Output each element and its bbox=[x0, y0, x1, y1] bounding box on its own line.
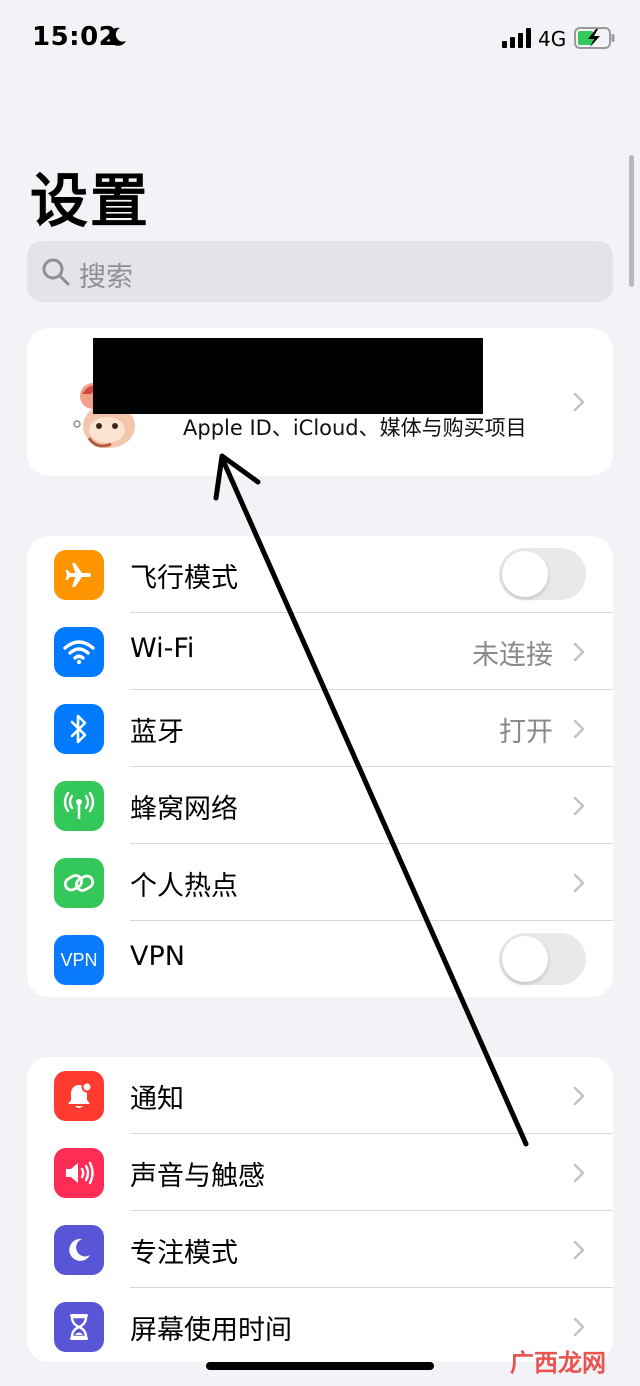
row-bluetooth[interactable]: 蓝牙 打开 bbox=[27, 690, 613, 767]
row-label: 声音与触感 bbox=[130, 1161, 265, 1192]
chevron-right-icon bbox=[573, 796, 585, 816]
row-notifications[interactable]: 通知 bbox=[27, 1057, 613, 1134]
apple-id-profile-card[interactable]: Apple ID、iCloud、媒体与购买项目 bbox=[27, 328, 613, 476]
row-vpn[interactable]: VPN VPN bbox=[27, 921, 613, 997]
status-time: 15:02 bbox=[32, 22, 118, 52]
row-wifi[interactable]: Wi-Fi 未连接 bbox=[27, 613, 613, 690]
row-label: 蓝牙 bbox=[130, 717, 184, 748]
row-label: 个人热点 bbox=[130, 871, 238, 902]
row-label: 通知 bbox=[130, 1084, 184, 1115]
home-indicator[interactable] bbox=[206, 1362, 434, 1370]
bluetooth-icon bbox=[54, 704, 104, 754]
search-field[interactable]: 搜索 bbox=[27, 241, 613, 302]
row-label: 屏幕使用时间 bbox=[130, 1315, 292, 1346]
airplane-mode-toggle[interactable] bbox=[499, 548, 586, 600]
focus-moon-icon bbox=[54, 1225, 104, 1275]
row-label: Wi-Fi bbox=[130, 633, 195, 664]
row-cellular[interactable]: 蜂窝网络 bbox=[27, 767, 613, 844]
network-type: 4G bbox=[538, 27, 567, 51]
hotspot-icon bbox=[54, 858, 104, 908]
vpn-toggle[interactable] bbox=[499, 933, 586, 985]
row-label: 专注模式 bbox=[130, 1238, 238, 1269]
watermark-logo: 广西龙网 bbox=[510, 1349, 606, 1377]
connectivity-settings-group: 飞行模式 Wi-Fi 未连接 蓝牙 打开 蜂窝网络 个人热点 VPN VPN bbox=[27, 536, 613, 997]
row-label: VPN bbox=[130, 941, 185, 972]
chevron-right-icon bbox=[573, 1163, 585, 1183]
scroll-indicator[interactable] bbox=[629, 155, 634, 287]
wifi-status-value: 未连接 bbox=[472, 640, 553, 671]
cellular-icon bbox=[54, 781, 104, 831]
bluetooth-status-value: 打开 bbox=[499, 717, 553, 748]
chevron-right-icon bbox=[573, 1086, 585, 1106]
chevron-right-icon bbox=[573, 1240, 585, 1260]
vpn-icon: VPN bbox=[54, 935, 104, 985]
airplane-icon bbox=[54, 550, 104, 600]
page-title: 设置 bbox=[30, 167, 151, 235]
chevron-right-icon bbox=[573, 642, 585, 662]
signal-bars-icon bbox=[502, 28, 531, 48]
chevron-right-icon bbox=[573, 1317, 585, 1337]
general-settings-group: 通知 声音与触感 专注模式 屏幕使用时间 bbox=[27, 1057, 613, 1362]
vpn-icon-text: VPN bbox=[60, 949, 98, 970]
redaction-box bbox=[93, 338, 483, 414]
row-label: 蜂窝网络 bbox=[130, 794, 238, 825]
row-label: 飞行模式 bbox=[130, 563, 238, 594]
row-personal-hotspot[interactable]: 个人热点 bbox=[27, 844, 613, 921]
search-icon bbox=[42, 258, 70, 286]
wifi-icon bbox=[54, 627, 104, 677]
status-bar: 15:02 4G bbox=[0, 0, 640, 80]
moon-icon bbox=[109, 27, 126, 46]
hourglass-icon bbox=[54, 1302, 104, 1352]
row-sounds-haptics[interactable]: 声音与触感 bbox=[27, 1134, 613, 1211]
sound-icon bbox=[54, 1148, 104, 1198]
row-focus[interactable]: 专注模式 bbox=[27, 1211, 613, 1288]
profile-subtitle: Apple ID、iCloud、媒体与购买项目 bbox=[183, 416, 527, 440]
row-airplane-mode[interactable]: 飞行模式 bbox=[27, 536, 613, 613]
chevron-right-icon bbox=[573, 719, 585, 739]
battery-charging-icon bbox=[574, 27, 615, 49]
search-placeholder: 搜索 bbox=[79, 262, 133, 293]
chevron-right-icon bbox=[573, 873, 585, 893]
chevron-right-icon bbox=[573, 392, 585, 412]
notifications-icon bbox=[54, 1071, 104, 1121]
